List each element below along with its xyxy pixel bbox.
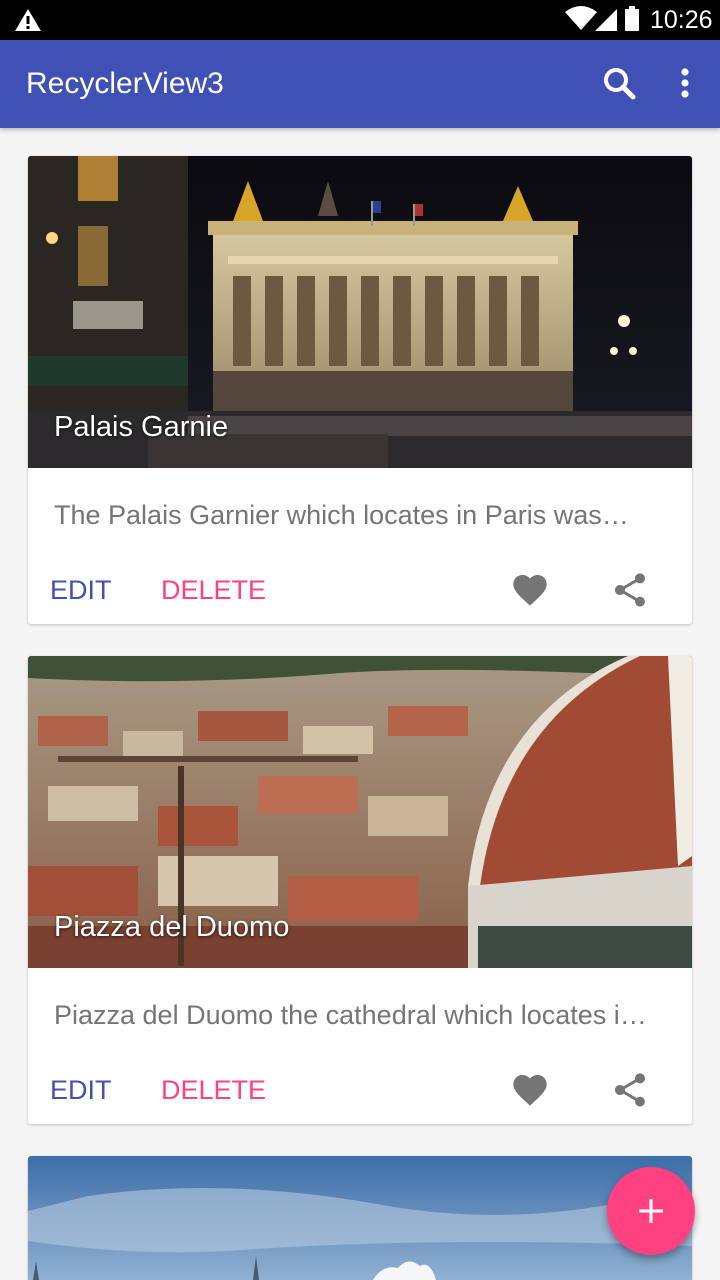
card-third[interactable]: [28, 1156, 692, 1280]
card-title: Piazza del Duomo: [54, 911, 290, 943]
card-palais-garnier[interactable]: Palais Garnie The Palais Garnier which l…: [28, 156, 692, 624]
favorite-icon[interactable]: [510, 1070, 550, 1110]
warning-icon: [14, 8, 42, 37]
more-vert-icon[interactable]: [670, 64, 700, 104]
card-image: [28, 1156, 692, 1280]
battery-icon: [624, 6, 640, 37]
app-title: RecyclerView3: [26, 67, 224, 100]
status-bar: 10:26: [0, 0, 720, 40]
status-time: 10:26: [650, 6, 713, 34]
card-description: The Palais Garnier which locates in Pari…: [54, 500, 629, 530]
signal-icon: [594, 8, 618, 37]
search-icon[interactable]: [600, 64, 640, 104]
favorite-icon[interactable]: [510, 570, 550, 610]
wifi-icon: [564, 6, 598, 37]
delete-button[interactable]: DELETE: [161, 1074, 266, 1106]
share-icon[interactable]: [610, 570, 650, 610]
card-title: Palais Garnie: [54, 411, 229, 443]
card-piazza-del-duomo[interactable]: Piazza del Duomo Piazza del Duomo the ca…: [28, 656, 692, 1124]
edit-button[interactable]: EDIT: [50, 1074, 112, 1106]
app-bar: RecyclerView3: [0, 40, 720, 128]
add-button[interactable]: [607, 1167, 695, 1255]
add-icon: [639, 1199, 663, 1223]
delete-button[interactable]: DELETE: [161, 574, 266, 606]
share-icon[interactable]: [610, 1070, 650, 1110]
edit-button[interactable]: EDIT: [50, 574, 112, 606]
card-description: Piazza del Duomo the cathedral which loc…: [54, 1000, 647, 1030]
